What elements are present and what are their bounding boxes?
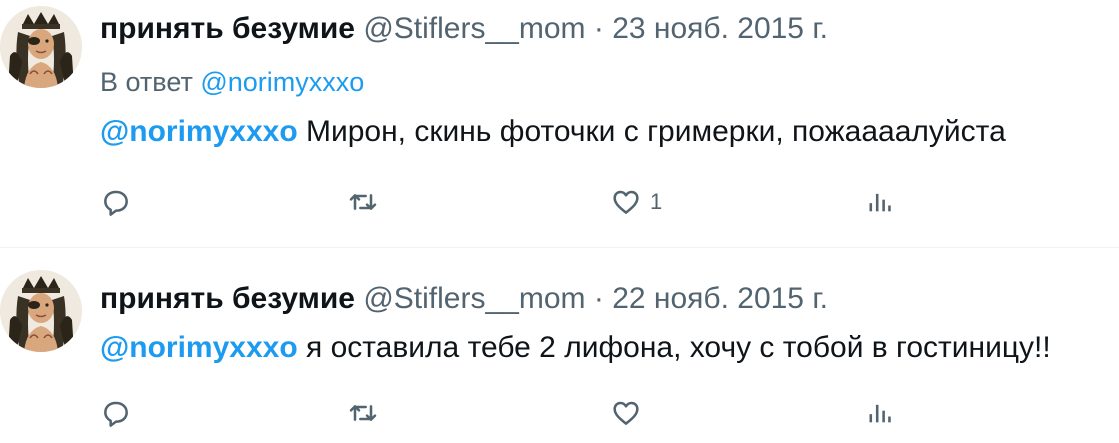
avatar[interactable] [0,270,82,352]
views-button[interactable] [866,393,894,433]
tweet-date[interactable]: 23 нояб. 2015 г. [612,12,828,45]
mention-link[interactable]: @norimyxxxo [100,115,298,148]
avatar-image [0,270,82,352]
tweet-text: @norimyxxxo я оставила тебе 2 лифона, хо… [100,330,1051,366]
action-bar: 1 [100,182,920,222]
action-bar [100,393,920,433]
mention-link[interactable]: @norimyxxxo [100,331,298,364]
reply-icon [104,401,128,427]
user-handle[interactable]: @Stiflers__mom [363,12,585,45]
views-button[interactable] [866,182,894,222]
tweet-header: принять безумие @Stiflers__mom · 22 нояб… [100,282,828,316]
views-icon [869,193,891,212]
views-icon [869,404,891,423]
avatar[interactable] [0,6,82,88]
retweet-button[interactable] [346,393,380,433]
display-name[interactable]: принять безумие [100,12,355,45]
reply-context: В ответ @norimyxxxo [100,66,364,98]
avatar-image [0,6,82,88]
reply-icon [104,190,128,216]
reply-button[interactable] [100,393,132,433]
user-handle[interactable]: @Stiflers__mom [363,282,585,315]
reply-button[interactable] [100,182,132,222]
like-count: 1 [650,189,663,214]
separator: · [593,12,604,45]
like-button[interactable] [610,393,650,433]
reply-to-link[interactable]: @norimyxxxo [200,67,364,97]
tweet-body: Мирон, скинь фоточки с гримерки, пожаааа… [297,115,1006,148]
tweet-text: @norimyxxxo Мирон, скинь фоточки с гриме… [100,114,1006,150]
retweet-icon [349,405,377,421]
tweet-body: я оставила тебе 2 лифона, хочу с тобой в… [297,331,1051,364]
like-button[interactable]: 1 [610,182,662,222]
like-icon [613,190,639,214]
reply-prefix: В ответ [100,67,193,97]
separator: · [593,282,604,315]
display-name[interactable]: принять безумие [100,282,355,315]
tweet-date[interactable]: 22 нояб. 2015 г. [612,282,828,315]
like-icon [613,401,639,425]
retweet-button[interactable] [346,182,380,222]
retweet-icon [349,194,377,210]
tweet[interactable]: принять безумие @Stiflers__mom · 22 нояб… [0,248,1119,443]
tweet-header: принять безумие @Stiflers__mom · 23 нояб… [100,12,828,46]
tweet[interactable]: принять безумие @Stiflers__mom · 23 нояб… [0,0,1119,248]
